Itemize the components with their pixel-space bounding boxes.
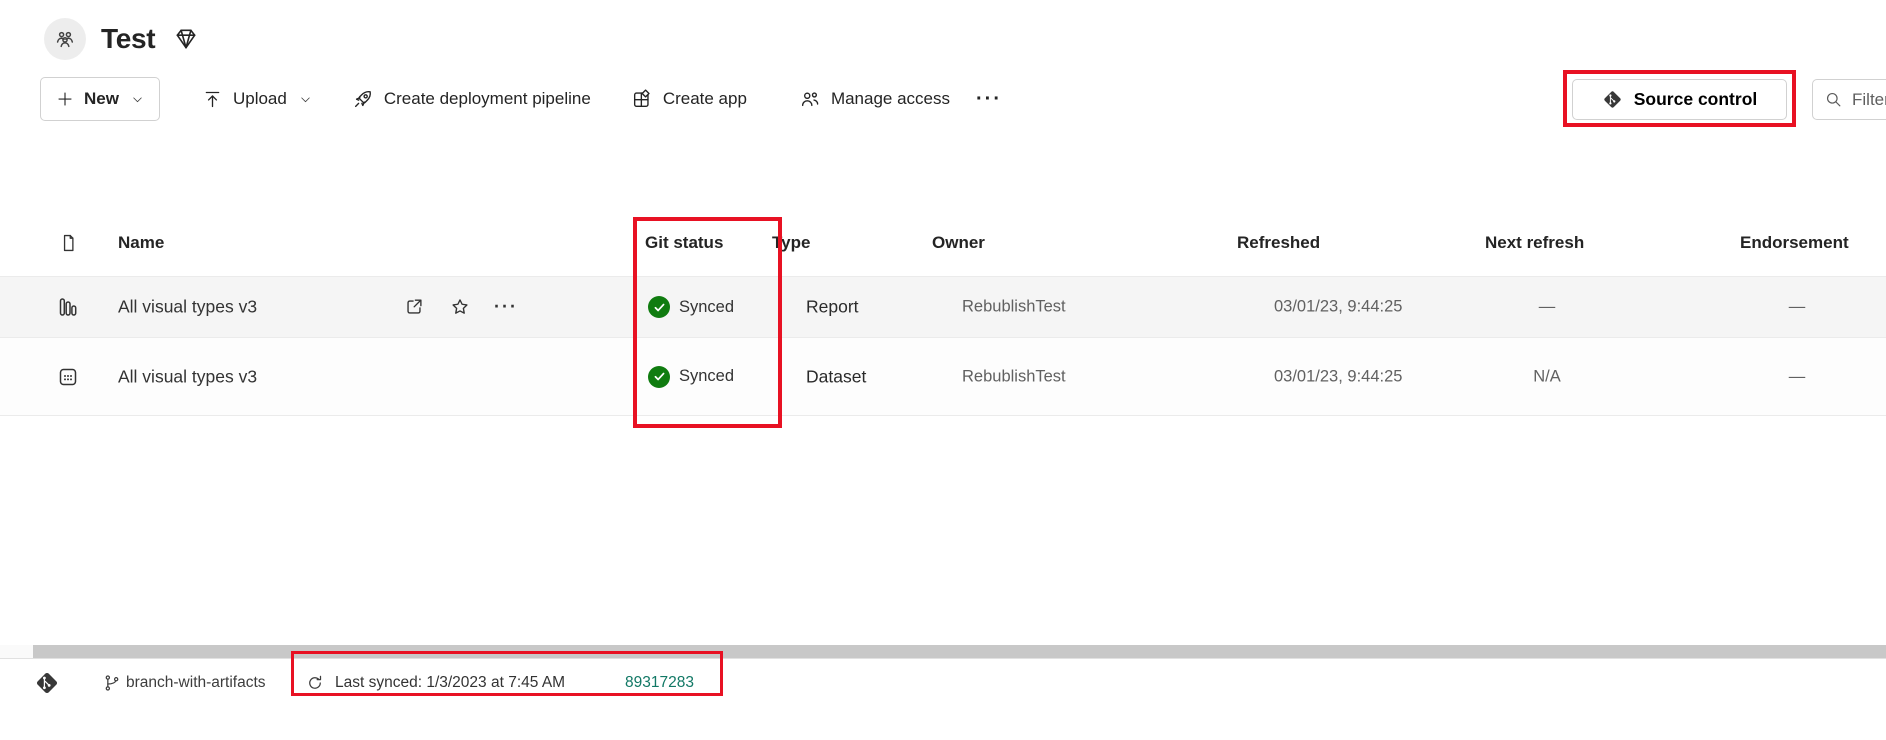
branch-name: branch-with-artifacts <box>126 674 266 692</box>
endorsement-cell: — <box>1737 298 1857 317</box>
column-header-refreshed[interactable]: Refreshed <box>1237 233 1320 253</box>
commit-hash-link[interactable]: 89317283 <box>625 674 694 692</box>
workspace-header: Test <box>44 16 199 62</box>
column-header-name[interactable]: Name <box>118 233 164 253</box>
manage-access-label: Manage access <box>831 89 950 109</box>
column-header-next-refresh[interactable]: Next refresh <box>1485 233 1584 253</box>
git-status-label: Synced <box>679 298 734 317</box>
item-name-link[interactable]: All visual types v3 <box>118 366 257 387</box>
people-icon <box>799 88 821 110</box>
git-icon <box>1602 89 1623 110</box>
table-row-report[interactable]: All visual types v3 ··· Synced Report Re… <box>0 276 1886 338</box>
refreshed-cell: 03/01/23, 9:44:25 <box>1274 298 1402 317</box>
premium-diamond-icon <box>173 26 199 52</box>
ellipsis-icon: ··· <box>976 88 1002 111</box>
new-button[interactable]: New <box>40 77 160 121</box>
document-icon <box>58 233 79 254</box>
owner-cell: RebublishTest <box>962 298 1066 317</box>
workspace-avatar <box>44 18 86 60</box>
column-header-type[interactable]: Type <box>772 233 810 253</box>
plus-icon <box>56 90 74 108</box>
endorsement-cell: — <box>1737 367 1857 386</box>
source-control-button[interactable]: Source control <box>1572 79 1787 120</box>
item-name-link[interactable]: All visual types v3 <box>118 297 257 318</box>
create-deployment-pipeline-button[interactable]: Create deployment pipeline <box>352 88 591 110</box>
branch-icon <box>102 673 122 693</box>
owner-cell: RebublishTest <box>962 367 1066 386</box>
next-refresh-cell: — <box>1487 298 1607 317</box>
chevron-down-icon <box>131 93 144 106</box>
row-more-options-icon[interactable]: ··· <box>494 297 518 318</box>
synced-check-icon <box>648 366 670 388</box>
toolbar: New Upload <box>40 76 1002 122</box>
share-icon[interactable] <box>403 296 425 318</box>
refreshed-cell: 03/01/23, 9:44:25 <box>1274 367 1402 386</box>
table-header-row: Name Git status Type Owner Refreshed Nex… <box>0 218 1886 268</box>
page-title: Test <box>101 23 155 55</box>
chevron-down-icon <box>299 93 312 106</box>
create-app-button[interactable]: Create app <box>631 88 747 110</box>
filter-search-box <box>1812 79 1886 120</box>
horizontal-scrollbar-thumb[interactable] <box>33 645 1886 658</box>
create-app-label: Create app <box>663 89 747 109</box>
git-logo-icon <box>34 670 60 696</box>
column-header-git-status[interactable]: Git status <box>645 233 723 253</box>
table-row-dataset[interactable]: All visual types v3 Synced Dataset Rebub… <box>0 338 1886 416</box>
type-cell: Report <box>806 297 859 318</box>
source-control-label: Source control <box>1634 89 1758 110</box>
create-deployment-pipeline-label: Create deployment pipeline <box>384 89 591 109</box>
upload-button-label: Upload <box>233 89 287 109</box>
column-header-owner[interactable]: Owner <box>932 233 985 253</box>
new-button-label: New <box>84 89 119 109</box>
search-icon <box>1824 90 1843 109</box>
filter-input[interactable] <box>1852 90 1886 110</box>
synced-check-icon <box>648 296 670 318</box>
next-refresh-cell: N/A <box>1487 367 1607 386</box>
people-group-icon <box>53 27 77 51</box>
column-header-endorsement[interactable]: Endorsement <box>1740 233 1849 253</box>
type-cell: Dataset <box>806 366 866 387</box>
workspace-page: Test New Upload <box>0 0 1886 740</box>
upload-icon <box>202 89 223 110</box>
rocket-icon <box>352 88 374 110</box>
favorite-star-icon[interactable] <box>449 296 471 318</box>
sync-refresh-icon[interactable] <box>305 673 325 693</box>
git-status-cell: Synced <box>648 366 734 388</box>
last-synced-text: Last synced: 1/3/2023 at 7:45 AM <box>335 674 565 692</box>
upload-button[interactable]: Upload <box>202 89 312 110</box>
report-icon <box>56 295 80 319</box>
git-status-cell: Synced <box>648 296 734 318</box>
manage-access-button[interactable]: Manage access <box>799 88 950 110</box>
git-status-label: Synced <box>679 367 734 386</box>
app-grid-icon <box>631 88 653 110</box>
dataset-icon <box>56 365 80 389</box>
toolbar-more-button[interactable]: ··· <box>976 88 1002 111</box>
git-status-bar: branch-with-artifacts Last synced: 1/3/2… <box>0 658 1886 706</box>
